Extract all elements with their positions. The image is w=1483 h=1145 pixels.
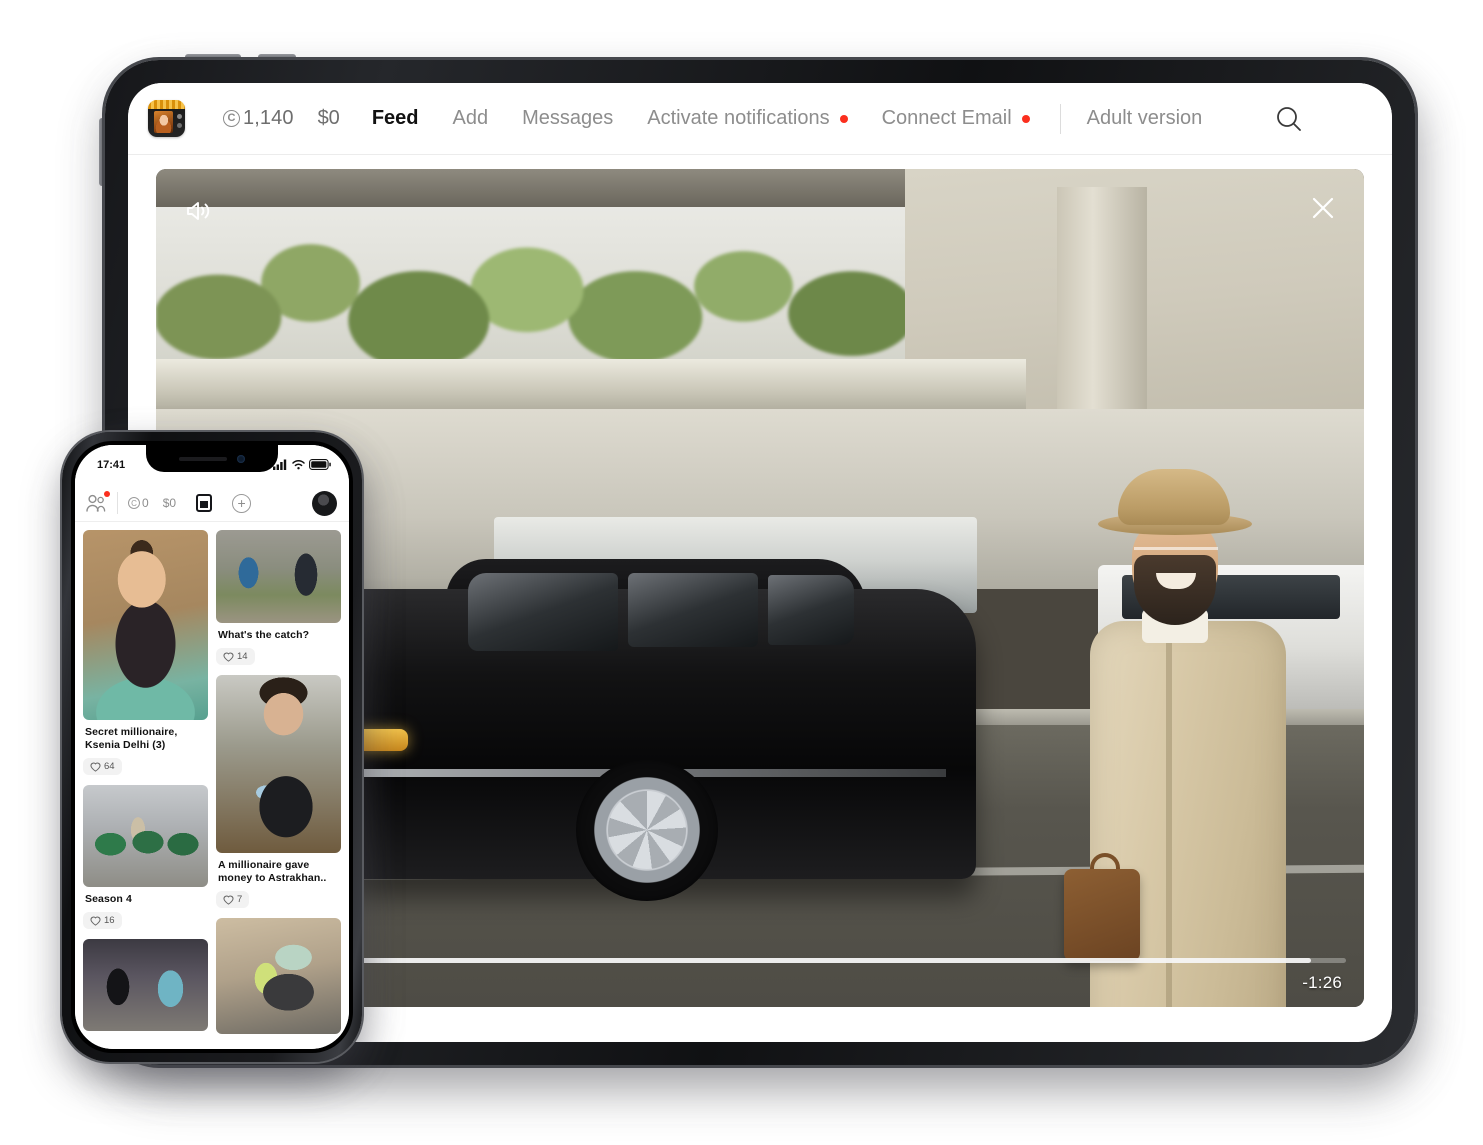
notification-badge-dot [839, 114, 848, 123]
tv-app-icon[interactable] [148, 100, 185, 137]
scene-pillar [1056, 187, 1147, 417]
coin-icon: C [128, 497, 140, 509]
like-count: 7 [237, 894, 243, 906]
coin-balance[interactable]: C 1,140 [223, 107, 294, 130]
feed-thumbnail[interactable] [216, 918, 341, 1035]
scene-car-window-rear [768, 575, 854, 645]
heart-icon [90, 916, 101, 926]
scene-car-window-mid [628, 573, 758, 647]
feed-thumbnail[interactable] [83, 939, 208, 1032]
heart-icon [223, 652, 234, 662]
phone-coin-balance[interactable]: C 0 [128, 496, 149, 510]
list-item[interactable] [216, 918, 341, 1035]
feed-column-right: What's the catch? 14 A millionaire gave … [216, 530, 341, 1049]
like-button[interactable]: 16 [83, 912, 122, 930]
nav-item-adult-version[interactable]: Adult version [1087, 107, 1203, 130]
nav-label-feed: Feed [371, 107, 419, 129]
user-avatar[interactable] [312, 490, 337, 516]
nav-item-connect-email[interactable]: Connect Email [882, 107, 1030, 130]
phone-app-toolbar: C 0 $0 + [75, 485, 349, 522]
nav-item-add[interactable]: Add [453, 107, 489, 130]
list-item[interactable]: Season 4 16 [83, 785, 208, 930]
feed-thumbnail[interactable] [216, 675, 341, 854]
status-clock: 17:41 [97, 459, 126, 471]
app-icon-knob-bottom [177, 123, 182, 128]
scene-car-hubcap [608, 791, 686, 869]
like-button[interactable]: 64 [83, 758, 122, 776]
close-icon[interactable] [1308, 193, 1338, 223]
notch-speaker-grille [179, 456, 227, 461]
feed-thumbnail[interactable] [83, 785, 208, 888]
feed-item-title: What's the catch? [218, 629, 310, 641]
heart-icon [90, 762, 101, 772]
like-button[interactable]: 14 [216, 648, 255, 666]
screenshot-root: C 1,140 $0 Feed Add Messages Activate no… [0, 0, 1483, 1145]
plus-circle-icon[interactable]: + [232, 493, 252, 513]
like-count: 14 [237, 651, 248, 663]
app-icon-knob-top [177, 114, 182, 119]
nav-item-activate-notifications[interactable]: Activate notifications [647, 107, 848, 130]
feed-column-left: Secret millionaire, Ksenia Delhi (3) 64 … [83, 530, 208, 1049]
header-right-group [1236, 98, 1392, 140]
nav-item-messages[interactable]: Messages [522, 107, 613, 130]
coin-icon: C [223, 110, 240, 127]
battery-icon [309, 459, 331, 470]
main-nav: Feed Add Messages Activate notifications [372, 103, 1236, 134]
nav-label-activate-notifications: Activate notifications [647, 107, 830, 129]
search-icon[interactable] [1270, 100, 1308, 138]
phone-toolbar-divider [117, 492, 118, 514]
nav-label-adult-version: Adult version [1086, 107, 1203, 129]
app-icon-photo [154, 111, 173, 133]
wifi-icon [292, 460, 305, 470]
list-item[interactable]: What's the catch? 14 [216, 530, 341, 666]
list-item[interactable]: Secret millionaire, Ksenia Delhi (3) 64 [83, 530, 208, 776]
heart-icon [223, 895, 234, 905]
scene-man [1064, 469, 1296, 1007]
nav-item-feed[interactable]: Feed [372, 107, 419, 130]
scene-man-glasses [1134, 547, 1218, 550]
feed-item-title: Secret millionaire, Ksenia Delhi (3) [85, 726, 178, 752]
phone-device: 17:41 C 0 $0 + Secret millionaire, Kseni… [62, 432, 362, 1062]
like-count: 16 [104, 915, 115, 927]
status-indicators [273, 459, 331, 470]
volume-on-icon[interactable] [184, 197, 212, 225]
app-icon-strip [148, 100, 185, 109]
feed-item-title: Season 4 [85, 893, 132, 906]
phone-notch [146, 445, 278, 472]
friends-icon[interactable] [85, 491, 110, 513]
nav-label-messages: Messages [522, 107, 614, 129]
email-badge-dot [1021, 114, 1030, 123]
phone-coin-value: 0 [142, 496, 149, 510]
money-balance-value[interactable]: $0 [318, 107, 340, 130]
nav-label-add: Add [452, 107, 489, 129]
feed-thumbnail[interactable] [83, 530, 208, 720]
card-icon[interactable] [196, 494, 213, 512]
like-button[interactable]: 7 [216, 891, 250, 909]
phone-money-value[interactable]: $0 [163, 496, 176, 510]
nav-divider [1059, 103, 1061, 134]
scene-car-headlight [354, 729, 408, 751]
video-time-remaining: -1:26 [1302, 973, 1342, 992]
friends-notification-badge [104, 491, 110, 497]
scene-car-window-front [468, 573, 618, 651]
scene-man-fedora [1118, 469, 1230, 525]
list-item[interactable]: A millionaire gave money to Astrakhan.. … [216, 675, 341, 909]
phone-screen: 17:41 C 0 $0 + Secret millionaire, Kseni… [75, 445, 349, 1049]
app-header: C 1,140 $0 Feed Add Messages Activate no… [128, 83, 1392, 155]
like-count: 64 [104, 761, 115, 773]
feed-item-title: A millionaire gave money to Astrakhan.. [218, 859, 327, 885]
list-item[interactable] [83, 939, 208, 1032]
coin-balance-value: 1,140 [243, 107, 294, 129]
phone-bezel: 17:41 C 0 $0 + Secret millionaire, Kseni… [71, 441, 353, 1053]
notch-front-camera [237, 454, 245, 463]
feed-thumbnail[interactable] [216, 530, 341, 623]
phone-feed[interactable]: Secret millionaire, Ksenia Delhi (3) 64 … [75, 522, 349, 1049]
nav-label-connect-email: Connect Email [881, 107, 1012, 129]
